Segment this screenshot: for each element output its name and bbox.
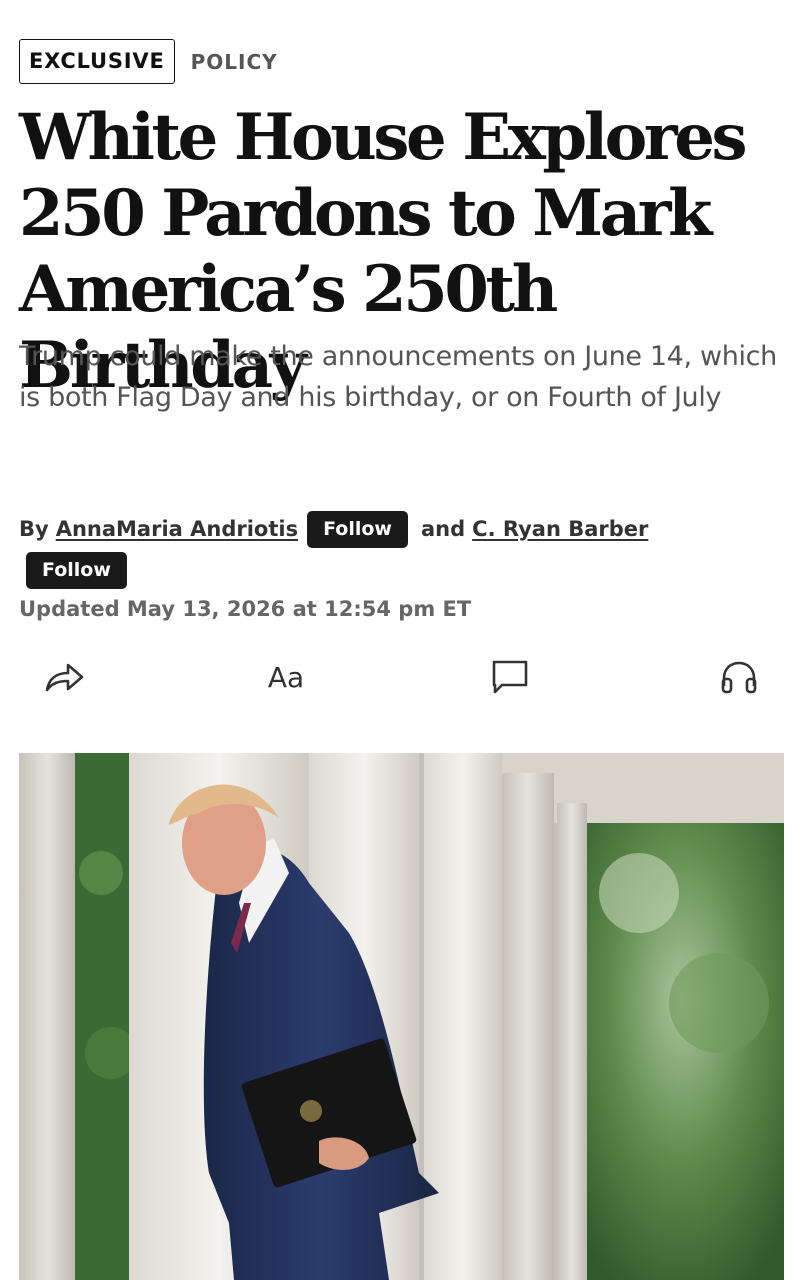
byline-and: and: [421, 517, 466, 541]
article-dek: Trump could make the announcements on Ju…: [19, 341, 777, 413]
text-size-icon: Aa: [267, 660, 305, 694]
share-icon: [45, 663, 84, 692]
updated-timestamp: Updated May 13, 2026 at 12:54 pm ET: [19, 597, 472, 621]
byline-by: By: [19, 517, 49, 541]
follow-button-andriotis[interactable]: Follow: [307, 510, 408, 548]
follow-button-barber[interactable]: Follow: [26, 552, 127, 589]
article-toolbar: Aa: [0, 650, 803, 706]
author-link-barber[interactable]: C. Ryan Barber: [472, 517, 648, 541]
article-lead-photo: [19, 753, 784, 1280]
author-link-andriotis[interactable]: AnnaMaria Andriotis: [56, 517, 298, 541]
share-button[interactable]: [40, 654, 88, 700]
headphones-icon: [721, 661, 757, 694]
comments-button[interactable]: [487, 654, 533, 700]
section-tag-policy[interactable]: POLICY: [191, 50, 278, 74]
byline: By AnnaMaria Andriotis Follow and C. Rya…: [19, 508, 789, 589]
text-size-button[interactable]: Aa: [258, 654, 314, 700]
article-tags: EXCLUSIVE POLICY: [19, 39, 278, 84]
comment-icon: [492, 660, 528, 694]
listen-button[interactable]: [716, 654, 762, 700]
exclusive-tag[interactable]: EXCLUSIVE: [19, 39, 175, 84]
